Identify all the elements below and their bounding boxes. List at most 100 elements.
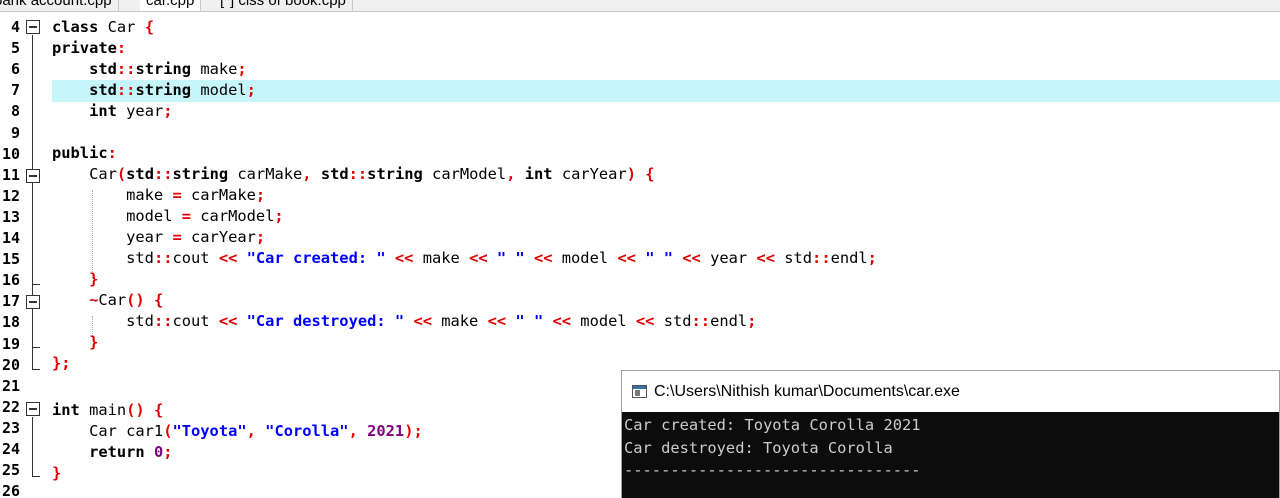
identifier: model bbox=[191, 81, 247, 99]
fold-end-constructor bbox=[32, 284, 40, 285]
identifier: carMake bbox=[181, 186, 256, 204]
symbol: : bbox=[107, 144, 117, 162]
line-number: 26 bbox=[1, 482, 20, 498]
tab-car[interactable]: car.cpp bbox=[140, 0, 202, 11]
console-output[interactable]: Car created: Toyota Corolla 2021 Car des… bbox=[622, 412, 1279, 498]
type: string bbox=[135, 60, 192, 78]
code-line-7: std::string model; bbox=[52, 80, 256, 101]
code-line-5: private: bbox=[52, 38, 126, 59]
symbol: , bbox=[506, 165, 525, 183]
code-line-11: Car(std::string carMake, std::string car… bbox=[52, 164, 654, 185]
symbol: } bbox=[52, 464, 62, 482]
line-number: 4 bbox=[10, 18, 20, 36]
symbol: ; bbox=[163, 102, 173, 120]
fold-toggle-destructor[interactable] bbox=[26, 295, 40, 309]
code-line-19: } bbox=[52, 332, 98, 353]
code-line-14: year = carYear; bbox=[52, 227, 265, 248]
symbol: = bbox=[172, 228, 182, 246]
line-number: 18 bbox=[1, 313, 20, 332]
symbol: ; bbox=[747, 312, 757, 330]
fold-line-class bbox=[32, 35, 33, 370]
symbol: = bbox=[181, 207, 192, 225]
line-number: 24 bbox=[1, 440, 20, 458]
type: std bbox=[320, 165, 349, 183]
console-output-line: Car destroyed: Toyota Corolla bbox=[624, 438, 893, 457]
fold-end-destructor bbox=[32, 347, 40, 348]
string-literal: "Car created: " bbox=[237, 249, 395, 267]
identifier: Car bbox=[98, 291, 127, 309]
symbol: :: bbox=[812, 249, 831, 267]
keyword: public bbox=[52, 144, 108, 162]
symbol: { bbox=[144, 18, 154, 36]
fold-toggle-main[interactable] bbox=[26, 402, 40, 416]
fold-end-main bbox=[32, 476, 40, 477]
symbol: << bbox=[635, 312, 655, 330]
line-number: 17 bbox=[1, 292, 20, 311]
symbol: ( bbox=[116, 165, 127, 183]
symbol: :: bbox=[153, 165, 173, 183]
symbol: << bbox=[469, 249, 488, 267]
identifier: make bbox=[191, 60, 238, 78]
symbol: ; bbox=[274, 207, 284, 225]
identifier: cout bbox=[172, 312, 219, 330]
symbol: << bbox=[756, 249, 775, 267]
line-number: 7 bbox=[10, 81, 20, 100]
symbol: = bbox=[172, 186, 182, 204]
line-number: 14 bbox=[1, 229, 20, 247]
identifier: carYear bbox=[552, 165, 627, 183]
identifier: carMake bbox=[228, 165, 303, 183]
code-line-10: public: bbox=[52, 143, 117, 164]
line-number: 22 bbox=[1, 397, 20, 416]
type: std bbox=[89, 81, 117, 99]
code-line-4: class Car { bbox=[52, 17, 154, 38]
keyword: int bbox=[52, 401, 80, 419]
symbol: << bbox=[617, 249, 636, 267]
number-literal: 0 bbox=[153, 443, 164, 461]
symbol: ~ bbox=[52, 291, 99, 309]
line-number: 19 bbox=[1, 334, 20, 353]
line-number: 12 bbox=[1, 186, 20, 205]
identifier: model bbox=[52, 207, 182, 225]
tab-clss-of-book[interactable]: [*] clss of book.cpp bbox=[214, 0, 353, 11]
fold-toggle-constructor[interactable] bbox=[26, 169, 40, 183]
code-line-24: return 0; bbox=[52, 442, 172, 463]
console-title: C:\Users\Nithish kumar\Documents\car.exe bbox=[654, 382, 960, 400]
symbol: << bbox=[682, 249, 701, 267]
symbol: , bbox=[246, 422, 266, 440]
identifier: std bbox=[52, 312, 154, 330]
symbol: ; bbox=[246, 81, 256, 99]
identifier: year bbox=[116, 102, 164, 120]
symbol: }; bbox=[52, 354, 71, 372]
symbol: :: bbox=[153, 249, 173, 267]
symbol: << bbox=[487, 312, 507, 330]
identifier: endl bbox=[830, 249, 868, 267]
fold-toggle-class-car[interactable] bbox=[26, 20, 40, 34]
symbol: () { bbox=[126, 291, 164, 309]
symbol: } bbox=[52, 270, 99, 288]
fold-line-main bbox=[32, 417, 33, 477]
console-app-icon bbox=[632, 385, 647, 398]
symbol: << bbox=[413, 312, 432, 330]
identifier: std bbox=[52, 249, 154, 267]
console-window[interactable]: C:\Users\Nithish kumar\Documents\car.exe… bbox=[621, 370, 1280, 498]
identifier: std bbox=[774, 249, 813, 267]
string-literal: "Car destroyed: " bbox=[237, 312, 414, 330]
tab-bank-account[interactable]: bank account.cpp bbox=[0, 0, 119, 11]
identifier: std bbox=[654, 312, 692, 330]
symbol: ; bbox=[237, 60, 247, 78]
symbol: << bbox=[394, 249, 414, 267]
identifier: endl bbox=[710, 312, 748, 330]
keyword: private bbox=[52, 39, 117, 57]
identifier: model bbox=[552, 249, 618, 267]
identifier: Car car1 bbox=[52, 422, 164, 440]
symbol: , bbox=[348, 422, 368, 440]
code-line-25: } bbox=[52, 463, 61, 484]
symbol: () { bbox=[126, 401, 164, 419]
identifier: cout bbox=[172, 249, 219, 267]
string-literal: "Toyota" bbox=[172, 422, 247, 440]
type: string bbox=[172, 165, 229, 183]
console-title-bar[interactable]: C:\Users\Nithish kumar\Documents\car.exe bbox=[622, 371, 1279, 412]
identifier: Car bbox=[98, 18, 145, 36]
